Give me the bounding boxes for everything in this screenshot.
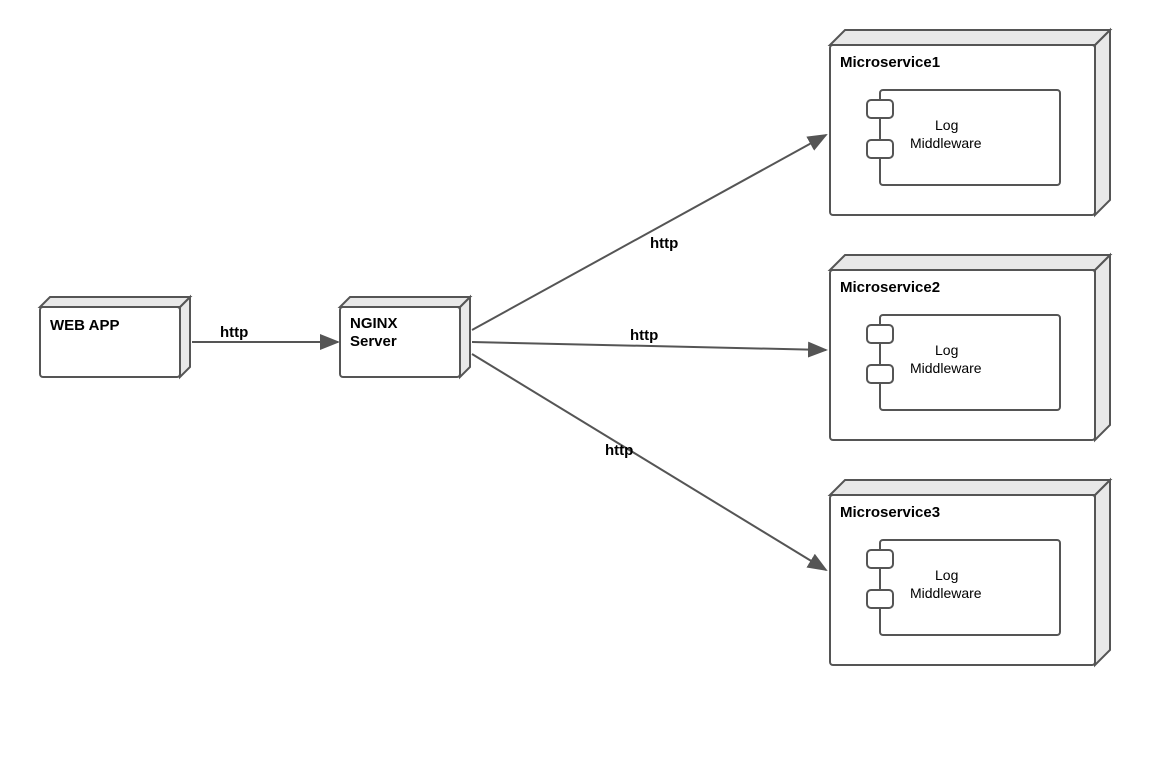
microservice3-component-line2: Middleware bbox=[910, 585, 982, 601]
microservice1-node: Microservice1 Log Middleware bbox=[830, 30, 1110, 215]
edge-nginx-ms1 bbox=[472, 135, 826, 330]
microservice3-label: Microservice3 bbox=[840, 504, 940, 521]
microservice2-component-line1: Log bbox=[935, 342, 958, 358]
edge-nginx-ms3 bbox=[472, 354, 826, 570]
nginx-node: NGINX Server bbox=[340, 297, 470, 377]
microservice2-node: Microservice2 Log Middleware bbox=[830, 255, 1110, 440]
microservice1-label: Microservice1 bbox=[840, 54, 940, 71]
microservice2-component-line2: Middleware bbox=[910, 360, 982, 376]
edge-nginx-ms1-label: http bbox=[650, 235, 678, 252]
edge-nginx-ms3-label: http bbox=[605, 442, 633, 459]
architecture-diagram: WEB APP NGINX Server Microservice1 Log M… bbox=[0, 0, 1160, 760]
edge-nginx-ms2-label: http bbox=[630, 327, 658, 344]
webapp-node: WEB APP bbox=[40, 297, 190, 377]
microservice3-node: Microservice3 Log Middleware bbox=[830, 480, 1110, 665]
microservice2-label: Microservice2 bbox=[840, 279, 940, 296]
webapp-label: WEB APP bbox=[50, 317, 119, 334]
nginx-label-1: NGINX bbox=[350, 315, 398, 332]
microservice1-component-line1: Log bbox=[935, 117, 958, 133]
edge-webapp-nginx-label: http bbox=[220, 324, 248, 341]
microservice3-component-line1: Log bbox=[935, 567, 958, 583]
microservice1-component-line2: Middleware bbox=[910, 135, 982, 151]
nginx-label-2: Server bbox=[350, 333, 397, 350]
